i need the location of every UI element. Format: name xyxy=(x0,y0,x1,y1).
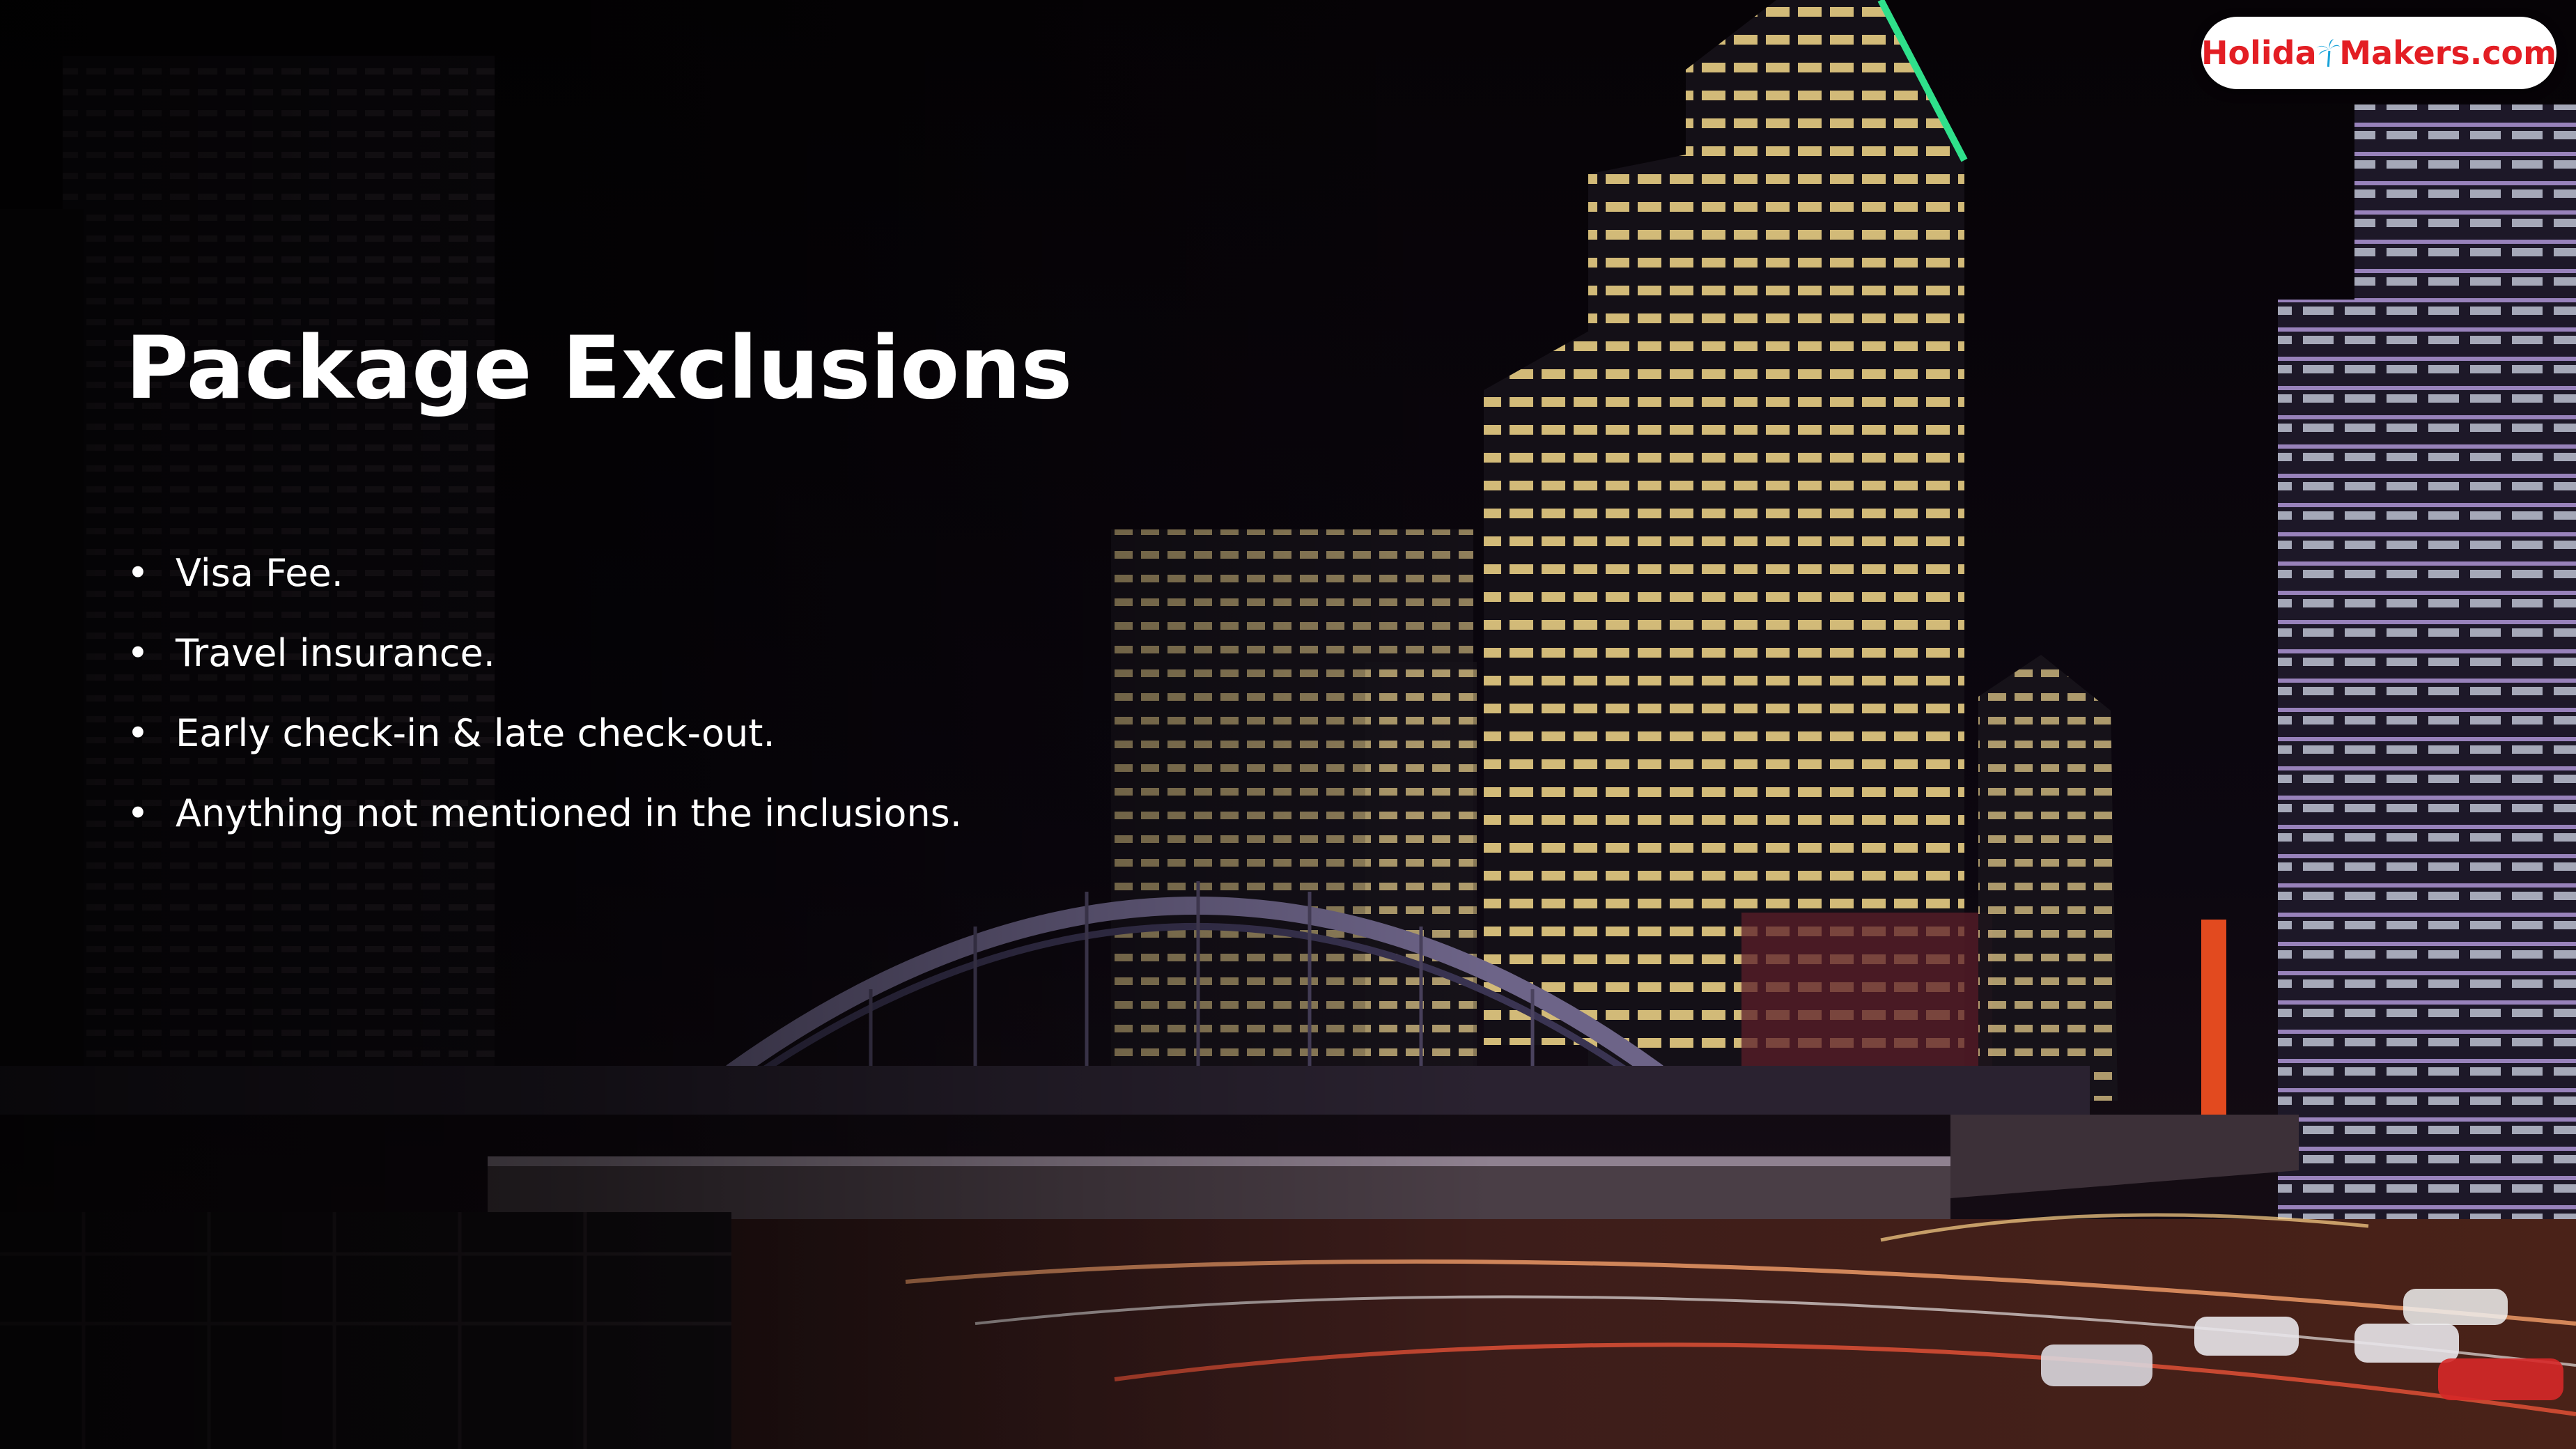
palm-tree-icon xyxy=(2316,39,2340,67)
list-item-text: Travel insurance. xyxy=(176,631,495,675)
bullet-icon: • xyxy=(127,551,149,595)
bullet-icon: • xyxy=(127,791,149,835)
holidaymakers-logo[interactable]: Holida Makers.com xyxy=(2201,17,2556,89)
list-item: • Travel insurance. xyxy=(125,630,962,711)
logo-text-start: Holida xyxy=(2201,34,2317,72)
list-item: • Anything not mentioned in the inclusio… xyxy=(125,791,962,871)
exclusions-list: • Visa Fee. • Travel insurance. • Early … xyxy=(125,550,962,871)
list-item: • Visa Fee. xyxy=(125,550,962,630)
slide: Holida Makers.com Package Exclusions • V… xyxy=(0,0,2576,1449)
list-item-text: Anything not mentioned in the inclusions… xyxy=(176,791,962,835)
bullet-icon: • xyxy=(127,711,149,755)
list-item: • Early check-in & late check-out. xyxy=(125,711,962,791)
list-item-text: Visa Fee. xyxy=(176,551,343,595)
slide-title: Package Exclusions xyxy=(125,318,1073,419)
logo-text-end: Makers.com xyxy=(2339,34,2556,72)
bullet-icon: • xyxy=(127,631,149,675)
list-item-text: Early check-in & late check-out. xyxy=(176,711,775,755)
